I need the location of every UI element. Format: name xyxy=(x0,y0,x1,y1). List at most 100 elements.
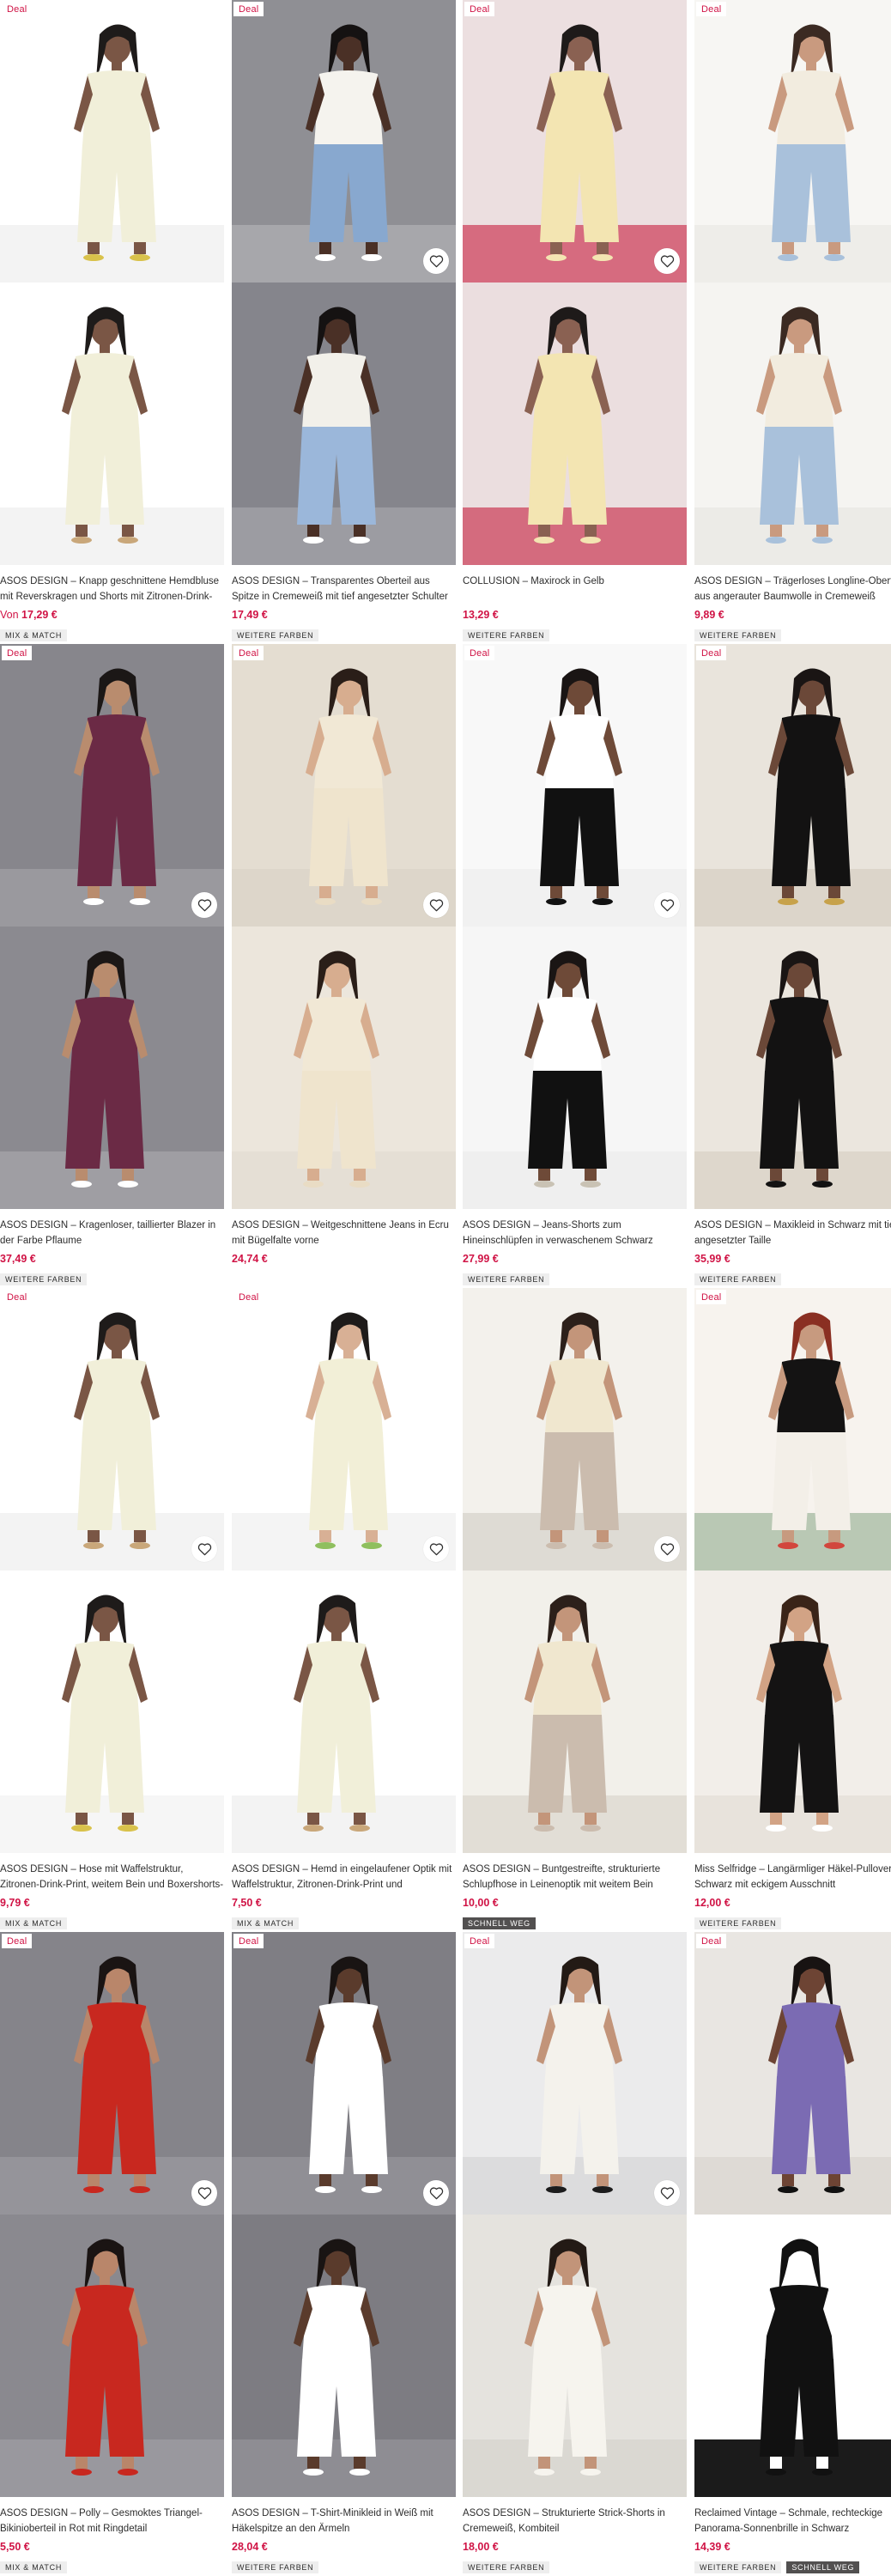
favorite-heart-icon[interactable] xyxy=(654,248,680,274)
product-image[interactable] xyxy=(463,1932,687,2215)
product-card[interactable]: Deal ASOS DESIGN – Hose mit Waffelstruktu… xyxy=(0,1288,224,1932)
product-image[interactable] xyxy=(694,644,891,927)
product-price: 17,49 € xyxy=(232,608,268,622)
favorite-heart-icon[interactable] xyxy=(423,248,449,274)
product-title[interactable]: ASOS DESIGN – T-Shirt-Minikleid in Weiß … xyxy=(232,2506,456,2537)
product-image[interactable] xyxy=(694,1932,891,2215)
product-image-illustration xyxy=(0,927,224,1209)
product-image[interactable] xyxy=(694,283,891,565)
product-image-illustration xyxy=(0,1571,224,1853)
deal-badge: Deal xyxy=(2,646,33,660)
product-image[interactable] xyxy=(232,927,456,1209)
product-card[interactable]: Deal ASOS DESIGN – Hemd in eingelaufener … xyxy=(232,1288,456,1932)
product-image[interactable] xyxy=(694,927,891,1209)
product-title[interactable]: ASOS DESIGN – Trägerloses Longline-Obert… xyxy=(694,574,891,605)
product-price: 9,79 € xyxy=(0,1896,30,1910)
product-image[interactable] xyxy=(694,1571,891,1853)
product-card[interactable]: Deal ASOS DESIGN – Trägerloses Longline-O… xyxy=(694,0,891,644)
product-image[interactable] xyxy=(0,2215,224,2497)
product-card[interactable]: Deal COLLUSION – Maxirock in Gelb 13,29 € W… xyxy=(463,0,687,644)
product-title[interactable]: ASOS DESIGN – Buntgestreifte, strukturie… xyxy=(463,1862,687,1893)
product-image-illustration xyxy=(232,1288,456,1571)
product-card[interactable]: Deal ASOS DESIGN – T-Shirt-Minikleid in W… xyxy=(232,1932,456,2576)
product-title[interactable]: ASOS DESIGN – Kragenloser, taillierter B… xyxy=(0,1218,224,1249)
product-card[interactable]: Deal ASOS DESIGN – Maxikleid in Schwarz m… xyxy=(694,644,891,1288)
product-price: 37,49 € xyxy=(0,1252,36,1266)
product-title[interactable]: ASOS DESIGN – Jeans-Shorts zum Hineinsch… xyxy=(463,1218,687,1249)
price-value: 17,49 € xyxy=(232,609,268,621)
product-card[interactable]: Deal ASOS DESIGN – Weitgeschnittene Jeans… xyxy=(232,644,456,1288)
product-title[interactable]: Reclaimed Vintage – Schmale, rechteckige… xyxy=(694,2506,891,2537)
favorite-heart-icon[interactable] xyxy=(654,1536,680,1562)
product-card[interactable]: Deal ASOS DESIGN – Polly – Gesmoktes Tria… xyxy=(0,1932,224,2576)
product-card[interactable]: Deal ASOS DESIGN – Kragenloser, tailliert… xyxy=(0,644,224,1288)
favorite-heart-icon[interactable] xyxy=(423,1536,449,1562)
product-image[interactable] xyxy=(463,644,687,927)
product-image[interactable] xyxy=(463,927,687,1209)
favorite-heart-icon[interactable] xyxy=(423,892,449,918)
product-image[interactable] xyxy=(0,283,224,565)
product-card[interactable]: Deal ASOS DESIGN – Jeans-Shorts zum Hinei… xyxy=(463,644,687,1288)
product-image-illustration xyxy=(0,2215,224,2497)
product-title[interactable]: ASOS DESIGN – Maxikleid in Schwarz mit t… xyxy=(694,1218,891,1249)
product-image-illustration xyxy=(463,1932,687,2215)
product-image[interactable] xyxy=(232,1932,456,2215)
deal-badge: Deal xyxy=(464,646,495,660)
product-title[interactable]: ASOS DESIGN – Hemd in eingelaufener Opti… xyxy=(232,1862,456,1893)
product-image[interactable] xyxy=(463,283,687,565)
product-image[interactable] xyxy=(0,927,224,1209)
product-title[interactable]: ASOS DESIGN – Hose mit Waffelstruktur, Z… xyxy=(0,1862,224,1893)
product-image[interactable] xyxy=(232,1571,456,1853)
product-image-illustration xyxy=(0,644,224,927)
favorite-heart-icon[interactable] xyxy=(191,1536,217,1562)
favorite-heart-icon[interactable] xyxy=(423,2180,449,2206)
product-image[interactable] xyxy=(463,0,687,283)
favorite-heart-icon[interactable] xyxy=(654,892,680,918)
product-price: 27,99 € xyxy=(463,1252,499,1266)
product-image[interactable] xyxy=(232,644,456,927)
favorite-heart-icon[interactable] xyxy=(191,2180,217,2206)
product-tag: WEITERE FARBEN xyxy=(694,2561,782,2573)
product-price: 28,04 € xyxy=(232,2540,268,2554)
product-image[interactable] xyxy=(232,283,456,565)
product-image[interactable] xyxy=(463,1288,687,1571)
product-image[interactable] xyxy=(0,0,224,283)
product-image[interactable] xyxy=(232,1288,456,1571)
product-image[interactable] xyxy=(0,1571,224,1853)
product-image[interactable] xyxy=(232,0,456,283)
product-tag: WEITERE FARBEN xyxy=(694,629,782,641)
product-title[interactable]: ASOS DESIGN – Knapp geschnittene Hemdblu… xyxy=(0,574,224,605)
deal-badge: Deal xyxy=(233,1290,264,1304)
price-value: 7,50 € xyxy=(232,1897,262,1909)
product-image-illustration xyxy=(694,1932,891,2215)
product-image[interactable] xyxy=(694,0,891,283)
product-image[interactable] xyxy=(0,644,224,927)
deal-badge: Deal xyxy=(2,1934,33,1948)
product-image[interactable] xyxy=(0,1932,224,2215)
product-image[interactable] xyxy=(463,2215,687,2497)
favorite-heart-icon[interactable] xyxy=(654,2180,680,2206)
product-image[interactable] xyxy=(0,1288,224,1571)
product-image[interactable] xyxy=(232,2215,456,2497)
product-card[interactable]: Deal ASOS DESIGN – Strukturierte Strick-S… xyxy=(463,1932,687,2576)
product-card[interactable]: Deal ASOS DESIGN – Transparentes Oberteil… xyxy=(232,0,456,644)
product-image[interactable] xyxy=(694,2215,891,2497)
product-image[interactable] xyxy=(463,1571,687,1853)
product-title[interactable]: Miss Selfridge – Langärmliger Häkel-Pull… xyxy=(694,1862,891,1893)
product-card[interactable]: Deal ASOS DESIGN – Knapp geschnittene Hem… xyxy=(0,0,224,644)
product-image-illustration xyxy=(232,644,456,927)
product-title[interactable]: COLLUSION – Maxirock in Gelb xyxy=(463,574,687,605)
product-card[interactable]: Deal Reclaimed Vintage – Schmale, rechtec… xyxy=(694,1932,891,2576)
price-value: 35,99 € xyxy=(694,1253,730,1265)
product-title[interactable]: ASOS DESIGN – Strukturierte Strick-Short… xyxy=(463,2506,687,2537)
product-image[interactable] xyxy=(694,1288,891,1571)
product-title[interactable]: ASOS DESIGN – Weitgeschnittene Jeans in … xyxy=(232,1218,456,1249)
favorite-heart-icon[interactable] xyxy=(191,892,217,918)
price-value: 37,49 € xyxy=(0,1253,36,1265)
product-image-illustration xyxy=(0,1288,224,1571)
product-image-illustration xyxy=(463,283,687,565)
product-title[interactable]: ASOS DESIGN – Polly – Gesmoktes Triangel… xyxy=(0,2506,224,2537)
product-card[interactable]: Deal Miss Selfridge – Langärmliger Häkel-… xyxy=(694,1288,891,1932)
product-title[interactable]: ASOS DESIGN – Transparentes Oberteil aus… xyxy=(232,574,456,605)
product-card[interactable]: ASOS DESIGN – Buntgestreifte, strukturie… xyxy=(463,1288,687,1932)
